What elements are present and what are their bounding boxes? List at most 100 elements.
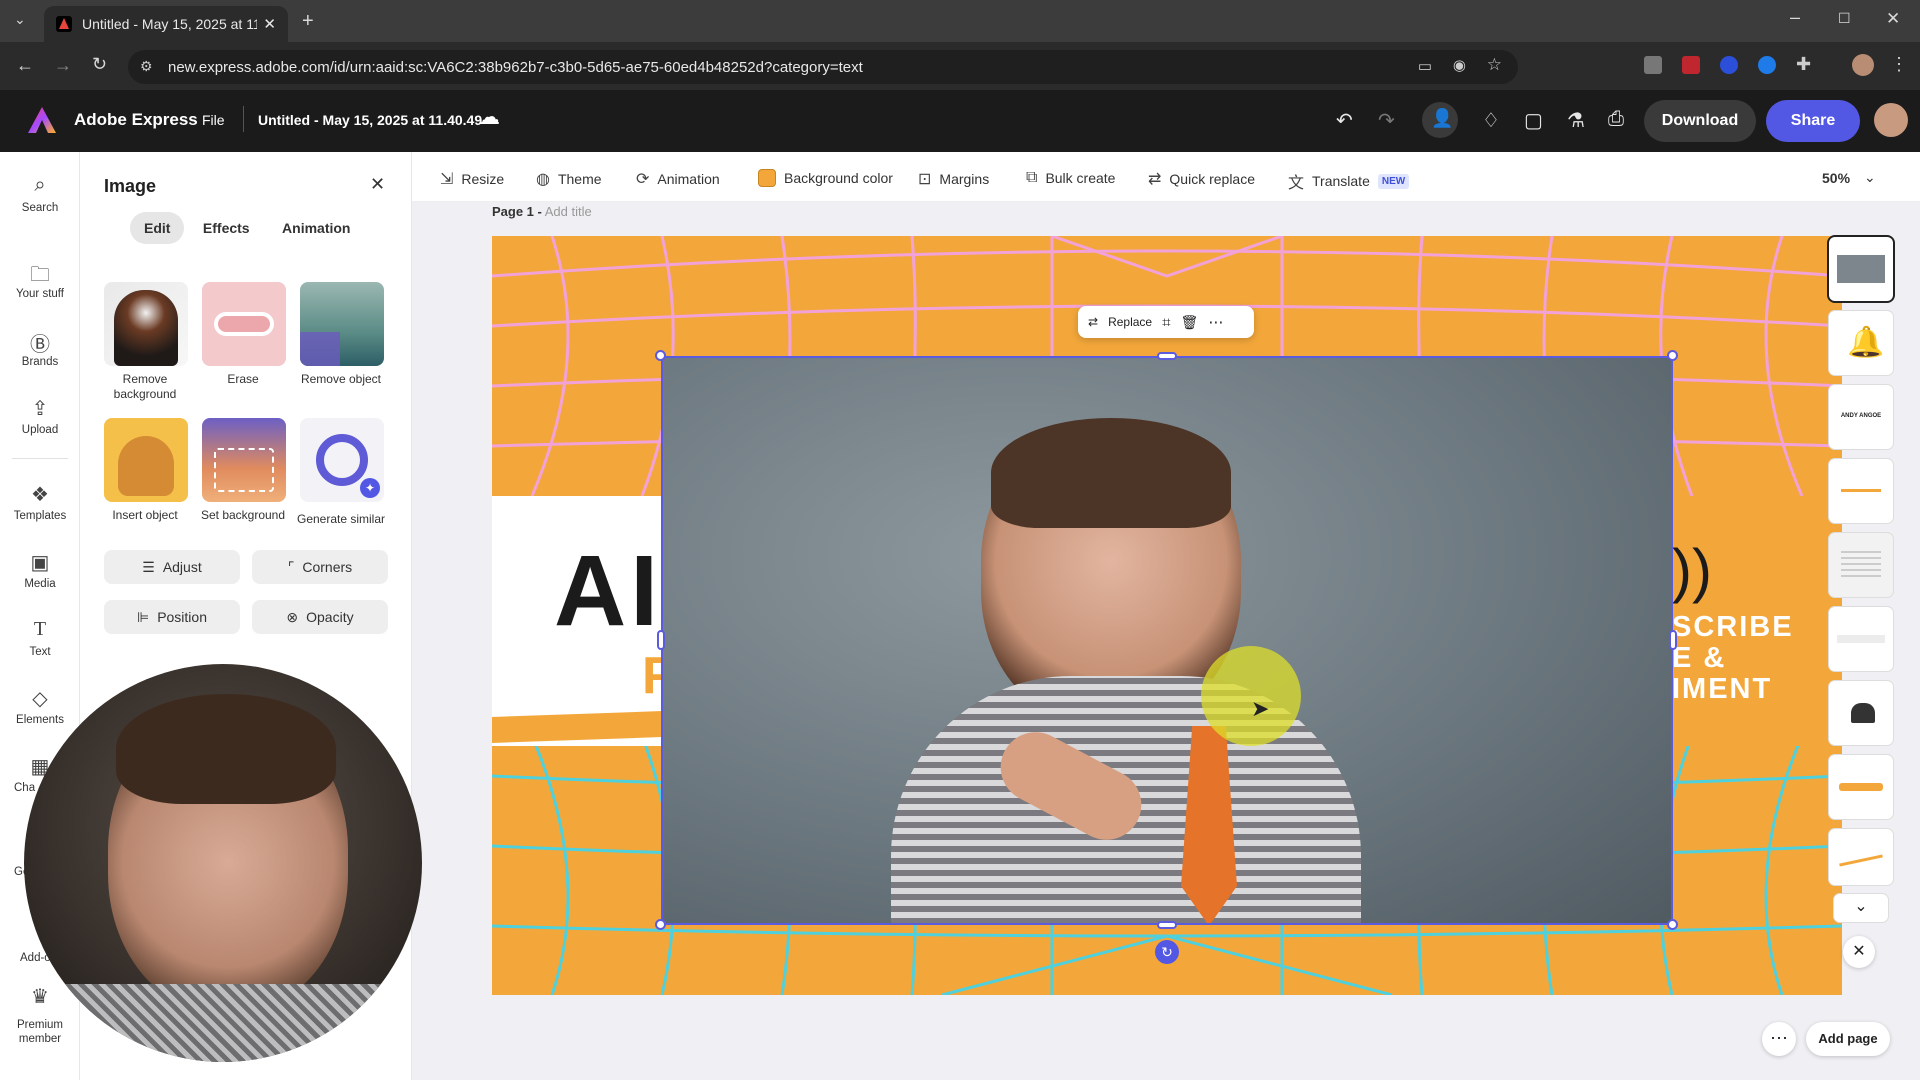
rail-item-templates[interactable]: ❖ Templates [0, 482, 80, 522]
browser-menu-icon[interactable]: ⋮ [1890, 54, 1908, 75]
translate-icon: 文 [1288, 175, 1305, 192]
close-thumbnails-icon[interactable]: ✕ [1843, 936, 1875, 968]
page-thumbnail-2[interactable]: 🔔 [1829, 311, 1893, 375]
site-info-icon[interactable]: ⚙ [140, 58, 153, 75]
redo-icon[interactable]: ↷ [1378, 108, 1395, 133]
page-thumbnail-6[interactable] [1829, 607, 1893, 671]
tab-animation[interactable]: Animation [268, 212, 364, 244]
tracking-eye-icon[interactable]: ◉ [1453, 56, 1466, 74]
invite-button[interactable]: 👤 [1422, 102, 1458, 138]
zoom-control[interactable]: 50% ⌄ [1822, 169, 1876, 186]
generate-similar-tile[interactable]: ✦ [300, 418, 384, 502]
toolbar-quick-replace[interactable]: ⇄ Quick replace [1148, 169, 1255, 189]
rail-item-brands[interactable]: Ⓑ Brands [0, 328, 80, 368]
brand-name[interactable]: Adobe Express [74, 110, 198, 130]
set-background-tile[interactable] [202, 418, 286, 502]
page-thumbnail-4[interactable] [1829, 459, 1893, 523]
resize-handle-bottom-left[interactable] [655, 919, 666, 930]
toolbar-translate[interactable]: 文 Translate NEW [1288, 169, 1410, 193]
profile-avatar[interactable] [1852, 54, 1874, 76]
extension-blue-icon[interactable] [1720, 56, 1738, 74]
comment-icon[interactable]: ▢ [1524, 108, 1543, 133]
maximize-icon[interactable]: ☐ [1838, 11, 1851, 25]
tab-search-chevron-icon[interactable]: ⌄ [14, 12, 26, 26]
rotate-handle-icon[interactable]: ↻ [1155, 940, 1179, 964]
minimize-icon[interactable]: – [1790, 8, 1800, 26]
resize-handle-top[interactable] [1157, 352, 1177, 360]
adobe-express-logo-icon[interactable] [28, 107, 56, 133]
toolbar-background-color[interactable]: Background color [758, 169, 893, 187]
resize-handle-top-left[interactable] [655, 350, 666, 361]
tab-effects[interactable]: Effects [189, 212, 264, 244]
dog-image [114, 290, 178, 366]
back-icon[interactable]: ← [16, 56, 34, 74]
rail-item-upload[interactable]: ⇪ Upload [0, 396, 80, 436]
close-tab-icon[interactable]: ✕ [263, 15, 276, 33]
bookmark-star-icon[interactable]: ☆ [1487, 55, 1502, 75]
rail-item-media[interactable]: ▣ Media [0, 550, 80, 590]
tab-edit[interactable]: Edit [130, 212, 185, 244]
rail-item-search[interactable]: ⌕ Search [0, 174, 80, 214]
lightbulb-icon[interactable]: ♢ [1482, 108, 1500, 133]
undo-icon[interactable]: ↶ [1336, 108, 1353, 133]
remove-object-tile[interactable] [300, 282, 384, 366]
subscribe-line: E & [1672, 642, 1727, 674]
download-button[interactable]: Download [1644, 100, 1756, 142]
close-panel-icon[interactable]: ✕ [370, 174, 385, 195]
resize-handle-top-right[interactable] [1667, 350, 1678, 361]
rail-item-elements[interactable]: ◇ Elements [0, 686, 80, 726]
install-app-icon[interactable]: ▭ [1418, 57, 1432, 75]
more-pages-options-icon[interactable]: ⋯ [1762, 1022, 1796, 1056]
extensions-puzzle-icon[interactable]: ✚ [1796, 54, 1811, 75]
new-tab-plus-icon[interactable]: + [302, 11, 314, 31]
subscribe-text-block[interactable]: SCRIBE E & IMENT [1672, 612, 1794, 705]
user-avatar[interactable] [1874, 103, 1908, 137]
erase-tile[interactable] [202, 282, 286, 366]
trash-icon[interactable]: 🗑 [1181, 314, 1199, 331]
resize-handle-right[interactable] [1669, 630, 1677, 650]
page-thumbnail-3[interactable]: ANDY ANGOE [1829, 385, 1893, 449]
toolbar-resize[interactable]: ⇲ Resize [440, 169, 504, 189]
page-thumbnail-7[interactable] [1829, 681, 1893, 745]
forward-icon[interactable]: → [54, 56, 72, 74]
toolbar-theme[interactable]: ◍ Theme [536, 169, 602, 189]
document-title[interactable]: Untitled - May 15, 2025 at 11.40.49 [258, 112, 482, 128]
extension-blue-2-icon[interactable] [1758, 56, 1776, 74]
url-field[interactable]: ⚙ new.express.adobe.com/id/urn:aaid:sc:V… [128, 50, 1518, 84]
art-heading-text[interactable]: AI [554, 534, 662, 649]
share-button[interactable]: Share [1766, 100, 1860, 142]
crop-icon[interactable]: ⌗ [1162, 314, 1170, 331]
page-thumbnail-9[interactable] [1829, 829, 1893, 885]
extension-icon[interactable] [1644, 56, 1662, 74]
page-thumbnail-8[interactable] [1829, 755, 1893, 819]
position-button[interactable]: ⊫ Position [104, 600, 240, 634]
resize-handle-bottom[interactable] [1157, 921, 1177, 929]
insert-object-tile[interactable] [104, 418, 188, 502]
reload-icon[interactable]: ↻ [92, 55, 107, 73]
window-close-icon[interactable]: ✕ [1886, 10, 1900, 27]
replace-button[interactable]: Replace [1108, 315, 1152, 329]
remove-background-tile[interactable] [104, 282, 188, 366]
add-page-button[interactable]: Add page [1806, 1022, 1890, 1056]
extension-record-icon[interactable] [1682, 56, 1700, 74]
resize-icon: ⇲ [440, 171, 454, 188]
adjust-button[interactable]: ☰ Adjust [104, 550, 240, 584]
browser-tab[interactable]: Untitled - May 15, 2025 at 11.4 ✕ [44, 6, 288, 42]
print-icon[interactable]: ⎙ [1608, 108, 1624, 131]
add-title-field[interactable]: Add title [545, 204, 592, 219]
rail-item-your-stuff[interactable]: 🗀 Your stuff [0, 260, 80, 300]
flask-icon[interactable]: ⚗ [1567, 108, 1585, 133]
page-thumbnail-1[interactable] [1829, 237, 1893, 301]
toolbar-animation[interactable]: ⟳ Animation [636, 169, 720, 189]
corners-button[interactable]: ⌜ Corners [252, 550, 388, 584]
file-menu[interactable]: File [202, 112, 225, 128]
page-thumbnail-5[interactable] [1829, 533, 1893, 597]
toolbar-margins[interactable]: ⊡ Margins [918, 169, 989, 189]
toolbar-bulk-create[interactable]: ⧉ Bulk create [1026, 169, 1115, 187]
resize-handle-bottom-right[interactable] [1667, 919, 1678, 930]
rail-item-text[interactable]: T Text [0, 618, 80, 658]
scroll-thumbnails-down-icon[interactable]: ⌄ [1834, 894, 1888, 922]
more-options-icon[interactable]: ⋯ [1208, 313, 1223, 331]
resize-handle-left[interactable] [657, 630, 665, 650]
opacity-button[interactable]: ⊗ Opacity [252, 600, 388, 634]
